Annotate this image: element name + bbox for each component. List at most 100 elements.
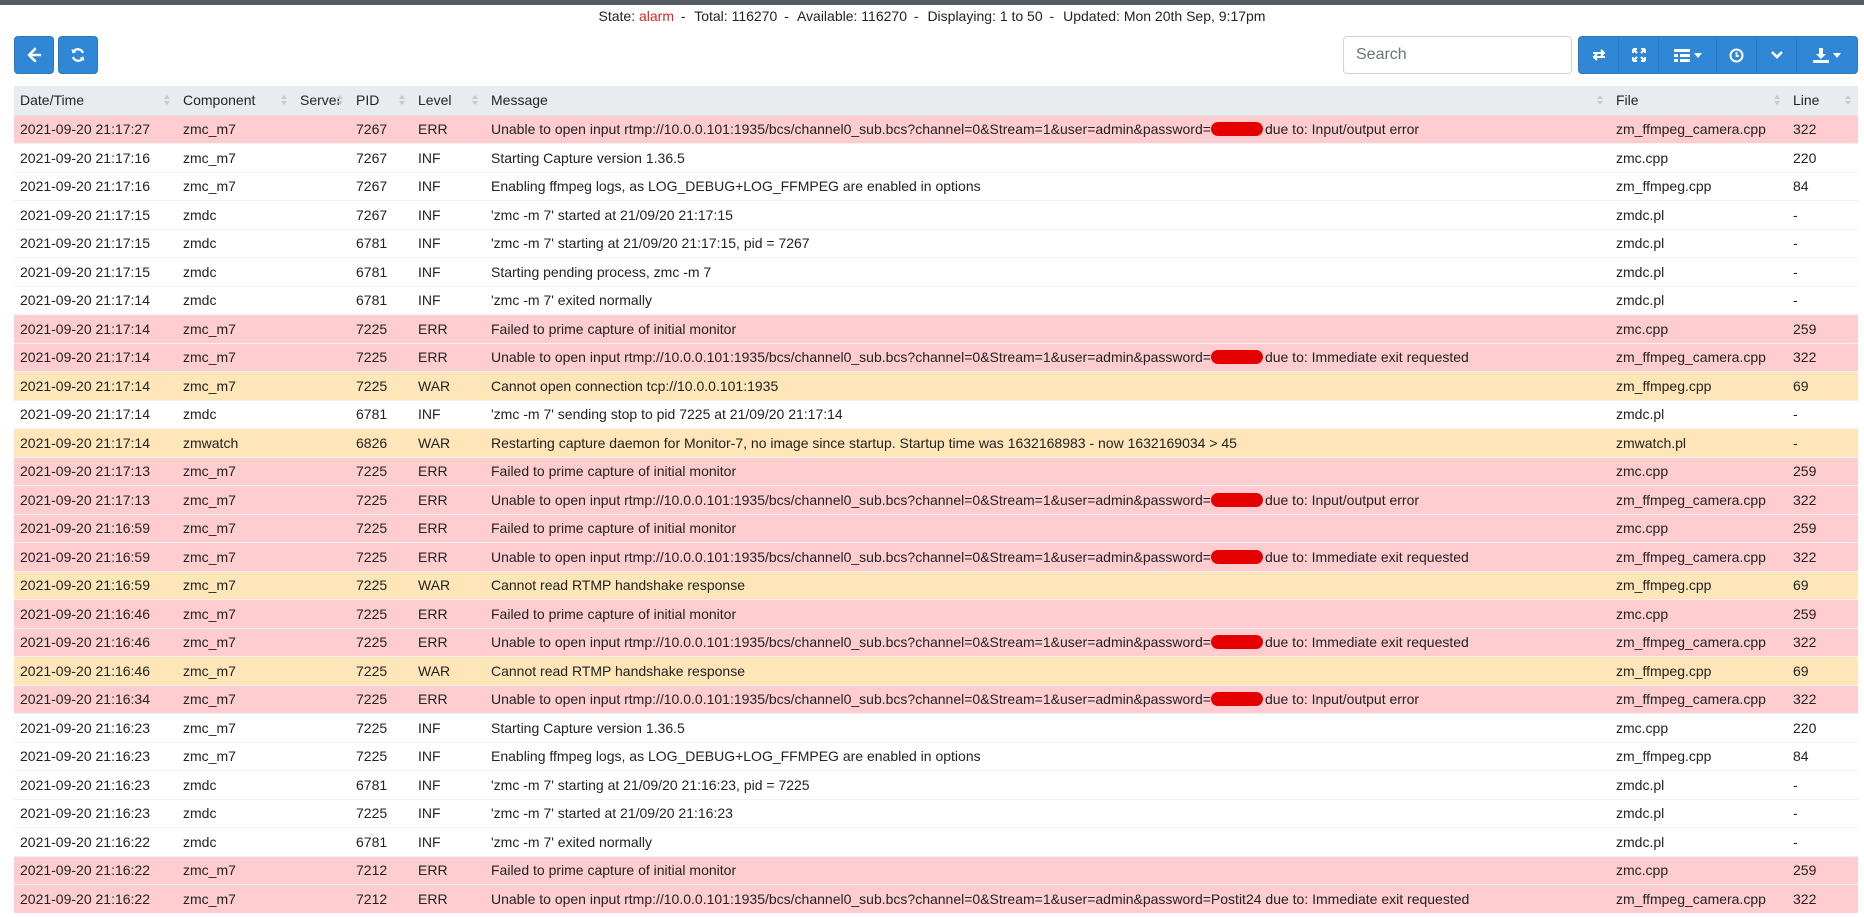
cell-server (294, 456, 350, 486)
cell-level: ERR (412, 542, 485, 571)
cell-message: 'zmc -m 7' started at 21/09/20 21:17:15 (485, 200, 1610, 229)
cell-comp: zmc_m7 (177, 599, 294, 628)
search-input[interactable] (1343, 36, 1572, 74)
column-header-server[interactable]: Server (294, 86, 350, 116)
message-text: Cannot open connection tcp://10.0.0.101:… (491, 377, 779, 394)
cell-file: zmdc.pl (1610, 257, 1787, 286)
table-row[interactable]: 2021-09-20 21:16:23 zmc_m7 7225 INF Starting… (14, 713, 1858, 742)
table-row[interactable]: 2021-09-20 21:17:16 zmc_m7 7267 INF Starting… (14, 143, 1858, 172)
cell-comp: zmc_m7 (177, 171, 294, 201)
table-row[interactable]: 2021-09-20 21:16:59 zmc_m7 7225 ERR Unable t… (14, 542, 1858, 571)
cell-dt: 2021-09-20 21:17:14 (14, 399, 177, 429)
cell-comp: zmc_m7 (177, 143, 294, 172)
table-row[interactable]: 2021-09-20 21:16:46 zmc_m7 7225 ERR Unable t… (14, 627, 1858, 657)
cell-line: 322 (1787, 684, 1858, 714)
table-row[interactable]: 2021-09-20 21:17:13 zmc_m7 7225 ERR Unable t… (14, 485, 1858, 514)
table-row[interactable]: 2021-09-20 21:16:46 zmc_m7 7225 ERR Failed t… (14, 599, 1858, 628)
updated-value: Mon 20th Sep, 9:17pm (1123, 8, 1266, 24)
cell-file: zmwatch.pl (1610, 428, 1787, 457)
cell-pid: 7225 (350, 713, 412, 742)
cell-file: zm_ffmpeg_camera.cpp (1610, 627, 1787, 657)
table-row[interactable]: 2021-09-20 21:16:59 zmc_m7 7225 ERR Failed t… (14, 513, 1858, 543)
column-header-file[interactable]: File (1610, 86, 1787, 116)
column-header-datetime[interactable]: Date/Time (14, 86, 177, 116)
cell-comp: zmdc (177, 228, 294, 258)
cell-dt: 2021-09-20 21:16:59 (14, 570, 177, 600)
cell-file: zmdc.pl (1610, 285, 1787, 315)
cell-server (294, 200, 350, 229)
back-button[interactable] (14, 36, 54, 74)
fullscreen-button[interactable] (1619, 37, 1659, 73)
toggle-view-button[interactable] (1579, 37, 1619, 73)
table-row[interactable]: 2021-09-20 21:17:15 zmdc 6781 INF Starting p… (14, 257, 1858, 286)
table-row[interactable]: 2021-09-20 21:17:14 zmdc 6781 INF 'zmc -m 7'… (14, 285, 1858, 315)
message-text: 'zmc -m 7' exited normally (491, 833, 652, 850)
table-row[interactable]: 2021-09-20 21:16:23 zmdc 7225 INF 'zmc -m 7'… (14, 798, 1858, 828)
refresh-button[interactable] (58, 36, 98, 74)
sort-icon (1845, 95, 1851, 105)
table-row[interactable]: 2021-09-20 21:16:46 zmc_m7 7225 WAR Cannot r… (14, 656, 1858, 685)
cell-level: WAR (412, 570, 485, 600)
cell-message: Starting Capture version 1.36.5 (485, 143, 1610, 172)
table-row[interactable]: 2021-09-20 21:17:16 zmc_m7 7267 INF Enabling… (14, 171, 1858, 201)
cell-line: 322 (1787, 485, 1858, 514)
cell-level: ERR (412, 884, 485, 913)
table-row[interactable]: 2021-09-20 21:16:22 zmc_m7 7212 ERR Unable t… (14, 884, 1858, 913)
auto-refresh-button[interactable] (1717, 37, 1757, 73)
cell-line: 259 (1787, 456, 1858, 486)
cell-comp: zmc_m7 (177, 513, 294, 543)
cell-pid: 7225 (350, 656, 412, 685)
cell-comp: zmwatch (177, 428, 294, 457)
table-row[interactable]: 2021-09-20 21:16:23 zmc_m7 7225 INF Enabling… (14, 741, 1858, 771)
cell-comp: zmc_m7 (177, 485, 294, 514)
column-header-component[interactable]: Component (177, 86, 294, 116)
cell-level: INF (412, 285, 485, 315)
cell-pid: 6781 (350, 228, 412, 258)
cell-level: INF (412, 257, 485, 286)
cell-level: ERR (412, 314, 485, 343)
table-row[interactable]: 2021-09-20 21:17:14 zmc_m7 7225 WAR Cannot o… (14, 371, 1858, 400)
table-row[interactable]: 2021-09-20 21:17:14 zmc_m7 7225 ERR Failed t… (14, 314, 1858, 343)
cell-server (294, 542, 350, 571)
column-header-level[interactable]: Level (412, 86, 485, 116)
table-row[interactable]: 2021-09-20 21:16:22 zmdc 6781 INF 'zmc -m 7'… (14, 827, 1858, 856)
column-header-label: Date/Time (20, 92, 85, 109)
cell-pid: 7267 (350, 200, 412, 229)
table-row[interactable]: 2021-09-20 21:17:14 zmc_m7 7225 ERR Unable t… (14, 342, 1858, 372)
table-row[interactable]: 2021-09-20 21:17:27 zmc_m7 7267 ERR Unable t… (14, 114, 1858, 144)
column-header-pid[interactable]: PID (350, 86, 412, 116)
collapse-button[interactable] (1757, 37, 1797, 73)
column-header-label: File (1616, 92, 1639, 109)
cell-message: 'zmc -m 7' exited normally (485, 285, 1610, 315)
cell-level: INF (412, 200, 485, 229)
column-header-message[interactable]: Message (485, 86, 1610, 116)
cell-line: 220 (1787, 713, 1858, 742)
cell-line: 69 (1787, 371, 1858, 400)
cell-message: Enabling ffmpeg logs, as LOG_DEBUG+LOG_F… (485, 741, 1610, 771)
table-row[interactable]: 2021-09-20 21:17:14 zmwatch 6826 WAR Restart… (14, 428, 1858, 457)
cell-pid: 7225 (350, 599, 412, 628)
table-row[interactable]: 2021-09-20 21:16:34 zmc_m7 7225 ERR Unable t… (14, 684, 1858, 714)
table-row[interactable]: 2021-09-20 21:16:23 zmdc 6781 INF 'zmc -m 7'… (14, 770, 1858, 799)
cell-dt: 2021-09-20 21:17:27 (14, 114, 177, 144)
table-row[interactable]: 2021-09-20 21:17:15 zmdc 7267 INF 'zmc -m 7'… (14, 200, 1858, 229)
updated-label: Updated: (1063, 8, 1120, 24)
cell-line: 259 (1787, 513, 1858, 543)
cell-message: Unable to open input rtmp://10.0.0.101:1… (485, 485, 1610, 514)
cell-pid: 6781 (350, 257, 412, 286)
export-button[interactable] (1797, 37, 1857, 73)
cell-file: zmdc.pl (1610, 827, 1787, 856)
cell-file: zmc.cpp (1610, 855, 1787, 885)
cell-comp: zmc_m7 (177, 656, 294, 685)
column-header-label: Message (491, 92, 548, 109)
column-header-line[interactable]: Line (1787, 86, 1858, 116)
table-row[interactable]: 2021-09-20 21:17:15 zmdc 6781 INF 'zmc -m 7'… (14, 228, 1858, 258)
columns-button[interactable] (1659, 37, 1717, 73)
table-row[interactable]: 2021-09-20 21:17:13 zmc_m7 7225 ERR Failed t… (14, 456, 1858, 486)
table-row[interactable]: 2021-09-20 21:16:22 zmc_m7 7212 ERR Failed t… (14, 855, 1858, 885)
cell-pid: 7225 (350, 684, 412, 714)
table-row[interactable]: 2021-09-20 21:16:59 zmc_m7 7225 WAR Cannot r… (14, 570, 1858, 600)
sort-icon (337, 95, 343, 105)
table-row[interactable]: 2021-09-20 21:17:14 zmdc 6781 INF 'zmc -m 7'… (14, 399, 1858, 429)
cell-server (294, 285, 350, 315)
